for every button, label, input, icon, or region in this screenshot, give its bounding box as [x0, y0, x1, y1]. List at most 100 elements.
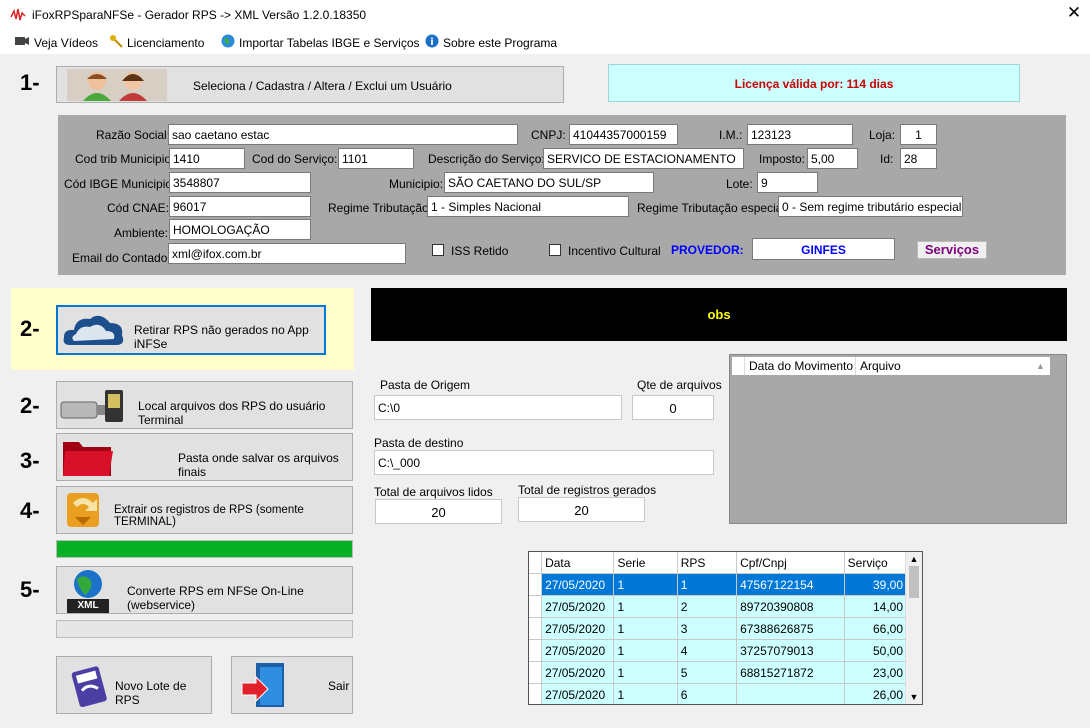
id-field[interactable]: 28: [900, 148, 937, 169]
window-title: iFoxRPSparaNFSe - Gerador RPS -> XML Ver…: [32, 8, 367, 22]
cell-serie[interactable]: 1: [613, 639, 678, 662]
close-icon[interactable]: ✕: [1064, 3, 1084, 23]
total-lidos-field[interactable]: 20: [375, 499, 502, 524]
row-selector[interactable]: [529, 639, 543, 662]
movimento-header-data[interactable]: Data do Movimento: [745, 357, 856, 375]
cell-rps[interactable]: 4: [677, 639, 738, 662]
cell-rps[interactable]: 5: [677, 661, 738, 684]
cell-cpf[interactable]: 68815271872: [736, 661, 845, 684]
cell-serie[interactable]: 1: [613, 595, 678, 618]
local-arquivos-button[interactable]: Local arquivos dos RPS do usuário Termin…: [56, 381, 353, 429]
cell-serie[interactable]: 1: [613, 683, 678, 704]
rps-grid[interactable]: Data Serie RPS Cpf/Cnpj Serviço 27/05/20…: [528, 551, 923, 705]
grid-header-data[interactable]: Data: [541, 552, 615, 574]
cnae-field[interactable]: 96017: [169, 196, 311, 217]
cod-trib-field[interactable]: 1410: [169, 148, 245, 169]
cell-rps[interactable]: 6: [677, 683, 738, 704]
lote-field[interactable]: 9: [757, 172, 818, 193]
id-label: Id:: [880, 152, 894, 166]
cell-servico[interactable]: 14,00: [844, 595, 908, 618]
cell-rps[interactable]: 1: [677, 573, 738, 596]
row-selector[interactable]: [529, 595, 543, 618]
cell-rps[interactable]: 2: [677, 595, 738, 618]
provedor-field[interactable]: GINFES: [752, 238, 895, 260]
regime-field[interactable]: 1 - Simples Nacional: [427, 196, 629, 217]
loja-field[interactable]: 1: [900, 124, 937, 145]
imposto-field[interactable]: 5,00: [807, 148, 858, 169]
cell-cpf[interactable]: 47567122154: [736, 573, 845, 596]
cell-serie[interactable]: 1: [613, 661, 678, 684]
servicos-button[interactable]: Serviços: [917, 241, 987, 259]
cell-serie[interactable]: 1: [613, 573, 678, 596]
cell-data[interactable]: 27/05/2020: [541, 661, 615, 684]
ambiente-field[interactable]: HOMOLOGAÇÃO: [169, 219, 311, 240]
grid-header-serie[interactable]: Serie: [613, 552, 678, 574]
menu-importar[interactable]: Importar Tabelas IBGE e Serviços: [221, 34, 420, 51]
total-gerados-field[interactable]: 20: [518, 497, 645, 522]
menu-veja-videos[interactable]: Veja Vídeos: [14, 34, 98, 51]
pasta-origem-field[interactable]: C:\0: [374, 395, 622, 420]
cell-servico[interactable]: 66,00: [844, 617, 908, 640]
user-button[interactable]: Seleciona / Cadastra / Altera / Exclui u…: [56, 66, 564, 103]
cell-data[interactable]: 27/05/2020: [541, 617, 615, 640]
municipio-field[interactable]: SÃO CAETANO DO SUL/SP: [444, 172, 654, 193]
qte-arquivos-field[interactable]: 0: [632, 395, 714, 420]
movimento-header-arquivo[interactable]: Arquivo: [856, 357, 1036, 375]
cell-cpf[interactable]: 37257079013: [736, 639, 845, 662]
row-selector[interactable]: [529, 573, 543, 596]
step-number-5: 5-: [20, 577, 40, 602]
cell-servico[interactable]: 26,00: [844, 683, 908, 704]
grid-scrollbar[interactable]: ▲ ▼: [905, 552, 922, 704]
row-selector[interactable]: [529, 661, 543, 684]
cod-servico-field[interactable]: 1101: [338, 148, 414, 169]
grid-header-cpf[interactable]: Cpf/Cnpj: [736, 552, 845, 574]
row-selector[interactable]: [529, 617, 543, 640]
folder-icon: [61, 436, 115, 481]
cell-cpf[interactable]: 89720390808: [736, 595, 845, 618]
table-row[interactable]: 27/05/2020 1 5 68815271872 23,00: [529, 661, 908, 684]
sair-button[interactable]: Sair: [231, 656, 353, 714]
table-row[interactable]: 27/05/2020 1 1 47567122154 39,00: [529, 573, 908, 596]
menu-sobre[interactable]: i Sobre este Programa: [425, 34, 557, 51]
extrair-registros-button[interactable]: Extrair os registros de RPS (somente TER…: [56, 486, 353, 534]
novo-lote-button[interactable]: Novo Lote de RPS: [56, 656, 212, 714]
regime-especial-field[interactable]: 0 - Sem regime tributário especial: [778, 196, 963, 217]
grid-header-servico[interactable]: Serviço: [844, 552, 908, 574]
cell-data[interactable]: 27/05/2020: [541, 639, 615, 662]
iss-retido-checkbox[interactable]: [432, 244, 444, 256]
scroll-down-icon[interactable]: ▼: [906, 690, 922, 704]
grid-header-rps[interactable]: RPS: [677, 552, 738, 574]
razao-social-field[interactable]: sao caetano estac: [168, 124, 518, 145]
descricao-field[interactable]: SERVICO DE ESTACIONAMENTO: [543, 148, 744, 169]
movimento-list[interactable]: Data do Movimento Arquivo ▲: [729, 354, 1067, 524]
cell-data[interactable]: 27/05/2020: [541, 595, 615, 618]
scroll-up-icon[interactable]: ▲: [906, 552, 922, 566]
cell-servico[interactable]: 23,00: [844, 661, 908, 684]
im-field[interactable]: 123123: [747, 124, 853, 145]
pasta-destino-field[interactable]: C:\_000: [374, 450, 714, 475]
cell-cpf[interactable]: 67388626875: [736, 617, 845, 640]
ibge-field[interactable]: 3548807: [169, 172, 311, 193]
table-row[interactable]: 27/05/2020 1 3 67388626875 66,00: [529, 617, 908, 640]
table-row[interactable]: 27/05/2020 1 6 26,00: [529, 683, 908, 704]
cell-cpf[interactable]: [736, 683, 845, 704]
step-number-4: 4-: [20, 498, 40, 523]
cell-data[interactable]: 27/05/2020: [541, 573, 615, 596]
row-selector[interactable]: [529, 683, 543, 704]
email-field[interactable]: xml@ifox.com.br: [168, 243, 406, 264]
converte-nfse-button[interactable]: XML Converte RPS em NFSe On-Line (webser…: [56, 566, 353, 614]
retirar-rps-button[interactable]: Retirar RPS não gerados no App iNFSe: [56, 305, 326, 355]
novo-lote-label: Novo Lote de RPS: [115, 679, 187, 707]
pasta-destino-button[interactable]: Pasta onde salvar os arquivos finais: [56, 433, 353, 481]
menu-licenciamento[interactable]: Licenciamento: [109, 34, 204, 51]
incentivo-cultural-checkbox[interactable]: [549, 244, 561, 256]
cnpj-field[interactable]: 41044357000159: [569, 124, 678, 145]
cell-rps[interactable]: 3: [677, 617, 738, 640]
cell-serie[interactable]: 1: [613, 617, 678, 640]
cell-data[interactable]: 27/05/2020: [541, 683, 615, 704]
cell-servico[interactable]: 50,00: [844, 639, 908, 662]
cell-servico[interactable]: 39,00: [844, 573, 908, 596]
scroll-thumb[interactable]: [909, 566, 919, 598]
table-row[interactable]: 27/05/2020 1 2 89720390808 14,00: [529, 595, 908, 618]
table-row[interactable]: 27/05/2020 1 4 37257079013 50,00: [529, 639, 908, 662]
